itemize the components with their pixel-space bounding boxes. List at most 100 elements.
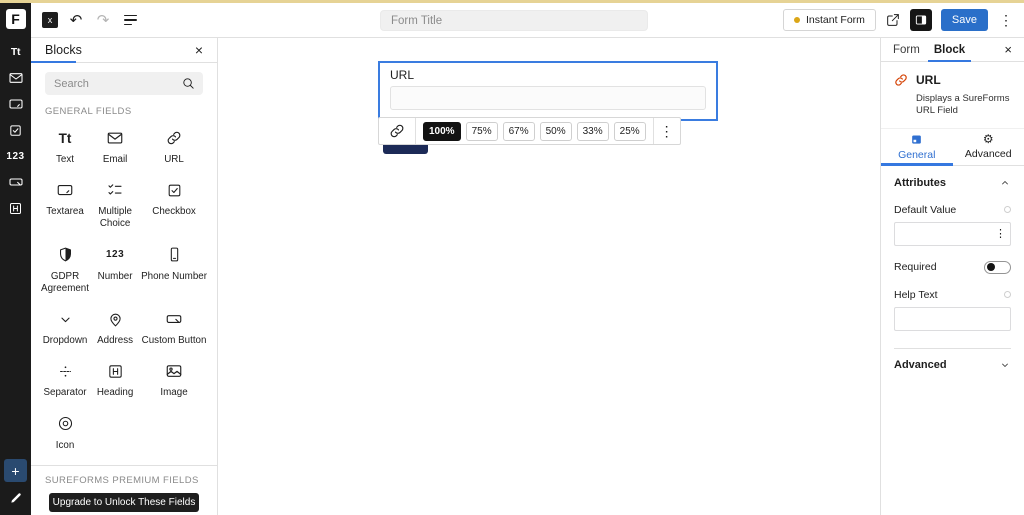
general-fields-heading: GENERAL FIELDS [45, 106, 203, 117]
search-icon [181, 76, 196, 91]
block-item-email[interactable]: Email [91, 127, 139, 166]
block-item-image[interactable]: Image [141, 360, 207, 399]
block-shortcut-rail: F Tt 123 + [0, 0, 31, 515]
form-canvas[interactable]: URL 100% 75% 67% 50% 33% 25% ⋮ [218, 38, 880, 515]
default-value-input[interactable]: ⋮ [894, 222, 1011, 246]
pencil-icon[interactable] [9, 491, 23, 505]
width-option-67[interactable]: 67% [503, 122, 535, 141]
dynamic-value-icon [1004, 291, 1011, 298]
subtab-advanced[interactable]: ⚙ Advanced [953, 129, 1024, 165]
block-item-checkbox[interactable]: Checkbox [141, 179, 207, 230]
editor-header: x ↶ ↷ Instant Form Save ⋮ [31, 3, 1024, 38]
form-title-input[interactable] [380, 10, 648, 31]
heading-icon [107, 363, 124, 380]
close-editor-button[interactable]: x [42, 12, 58, 28]
block-title: URL [916, 73, 941, 87]
tab-block[interactable]: Block [934, 38, 965, 61]
general-settings-icon [910, 133, 923, 146]
attributes-section-toggle[interactable]: Attributes [894, 177, 1011, 189]
width-option-50[interactable]: 50% [540, 122, 572, 141]
blocks-panel: Blocks × GENERAL FIELDS Tt Text Email UR… [31, 38, 218, 515]
separator-icon [57, 363, 74, 380]
width-option-100[interactable]: 100% [423, 122, 461, 141]
url-field-input[interactable] [390, 86, 706, 110]
close-blocks-panel-button[interactable]: × [195, 43, 203, 57]
button-icon [8, 174, 24, 190]
circle-icon [57, 415, 74, 432]
required-label: Required [894, 261, 937, 273]
save-button[interactable]: Save [941, 9, 988, 31]
rail-item-checkbox[interactable] [0, 118, 31, 142]
rail-item-heading[interactable] [0, 196, 31, 220]
gear-icon: ⚙ [983, 133, 994, 145]
block-grid: Tt Text Email URL Textarea Multiple Choi… [31, 117, 217, 452]
checkbox-icon [166, 182, 183, 199]
textarea-icon [8, 96, 24, 112]
block-item-number[interactable]: 123 Number [91, 244, 139, 295]
phone-icon [166, 246, 183, 263]
block-item-url[interactable]: URL [141, 127, 207, 166]
premium-fields-heading: SUREFORMS PREMIUM FIELDS [45, 475, 203, 486]
add-block-button[interactable]: + [4, 459, 27, 482]
list-view-button[interactable] [121, 11, 139, 29]
options-menu-button[interactable]: ⋮ [997, 13, 1015, 27]
block-item-phone[interactable]: Phone Number [141, 244, 207, 295]
advanced-section-toggle[interactable]: Advanced [881, 349, 1024, 381]
url-field-block[interactable]: URL [378, 61, 718, 121]
required-toggle[interactable] [984, 261, 1011, 274]
instant-form-button[interactable]: Instant Form [783, 9, 876, 31]
rail-item-email[interactable] [0, 66, 31, 90]
settings-panel-toggle[interactable] [910, 9, 932, 31]
number-icon: 123 [106, 249, 124, 260]
undo-button[interactable]: ↶ [67, 11, 85, 29]
toggle-knob [987, 263, 995, 271]
width-option-25[interactable]: 25% [614, 122, 646, 141]
rail-item-button[interactable] [0, 170, 31, 194]
rail-item-textarea[interactable] [0, 92, 31, 116]
block-description: Displays a SureForms URL Field [916, 93, 1012, 118]
width-option-33[interactable]: 33% [577, 122, 609, 141]
checkbox-icon [8, 123, 23, 138]
width-option-75[interactable]: 75% [466, 122, 498, 141]
help-text-label: Help Text [894, 289, 938, 301]
block-item-custom-button[interactable]: Custom Button [141, 308, 207, 347]
text-icon: Tt [59, 131, 72, 146]
block-type-button[interactable] [379, 118, 416, 144]
block-item-text[interactable]: Tt Text [41, 127, 89, 166]
default-value-label: Default Value [894, 204, 956, 216]
blocks-panel-title[interactable]: Blocks [45, 43, 82, 57]
email-icon [106, 129, 124, 147]
block-options-button[interactable]: ⋮ [653, 118, 680, 144]
block-item-multiple-choice[interactable]: Multiple Choice [91, 179, 139, 230]
sidebar-icon [914, 13, 928, 27]
input-options-button[interactable]: ⋮ [995, 227, 1006, 240]
panel-divider [31, 465, 217, 466]
rail-item-text[interactable]: Tt [0, 40, 31, 64]
link-icon [893, 72, 909, 88]
block-toolbar: 100% 75% 67% 50% 33% 25% ⋮ [378, 117, 681, 145]
sureforms-logo-mark: F [6, 9, 26, 29]
block-item-separator[interactable]: Separator [41, 360, 89, 399]
redo-button[interactable]: ↷ [94, 11, 112, 29]
block-search-input[interactable] [45, 72, 203, 95]
block-item-address[interactable]: Address [91, 308, 139, 347]
chevron-down-icon [57, 311, 74, 328]
active-tab-underline [31, 61, 76, 64]
block-item-heading[interactable]: Heading [91, 360, 139, 399]
list-view-icon [124, 15, 137, 26]
settings-sidebar: Form Block × URL Displays a SureForms UR… [880, 38, 1024, 515]
help-text-input[interactable] [894, 307, 1011, 331]
rail-item-number[interactable]: 123 [0, 144, 31, 168]
preview-external-link-icon[interactable] [885, 12, 901, 28]
subtab-general[interactable]: General [881, 129, 953, 165]
button-icon [165, 310, 183, 328]
block-info-card: URL Displays a SureForms URL Field [881, 62, 1024, 129]
block-item-icon[interactable]: Icon [41, 413, 89, 452]
block-item-gdpr[interactable]: GDPR Agreement [41, 244, 89, 295]
tab-form[interactable]: Form [893, 38, 920, 61]
close-sidebar-button[interactable]: × [1004, 43, 1012, 56]
block-item-textarea[interactable]: Textarea [41, 179, 89, 230]
block-item-dropdown[interactable]: Dropdown [41, 308, 89, 347]
upgrade-button[interactable]: Upgrade to Unlock These Fields [49, 493, 199, 512]
sureforms-logo[interactable]: F [0, 0, 31, 38]
